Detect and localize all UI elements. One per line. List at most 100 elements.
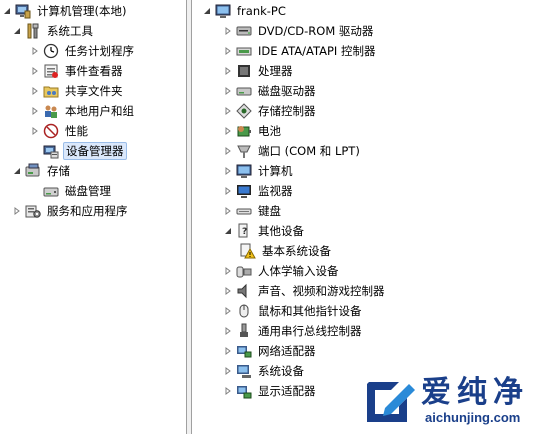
- port-icon: [236, 143, 252, 159]
- expand-arrow-icon[interactable]: [30, 66, 40, 76]
- tree-item-storage[interactable]: 存储: [12, 161, 72, 181]
- tree-item-label: 处理器: [258, 64, 293, 78]
- tree-item-label: 服务和应用程序: [47, 204, 128, 218]
- tree-item-label: 计算机: [258, 164, 293, 178]
- device-category-network-adapter[interactable]: 网络适配器: [223, 341, 318, 361]
- monitor-icon: [236, 183, 252, 199]
- device-manager-icon: [43, 143, 59, 159]
- tree-item-label: 事件查看器: [65, 64, 123, 78]
- expand-arrow-icon[interactable]: [30, 86, 40, 96]
- expand-arrow-icon[interactable]: [223, 146, 233, 156]
- console-tree-pane: 计算机管理(本地) 系统工具 任务计划程序 事件查看器 共享文件夹 本地用户和组…: [0, 0, 186, 434]
- device-category-dvd-drive[interactable]: DVD/CD-ROM 驱动器: [223, 21, 375, 41]
- tree-item-disk-management[interactable]: 磁盘管理: [43, 181, 113, 201]
- device-tree-pane: frank-PC DVD/CD-ROM 驱动器 IDE ATA/ATAPI 控制器…: [192, 0, 557, 434]
- device-category-processor[interactable]: 处理器: [223, 61, 295, 81]
- device-category-computer[interactable]: 计算机: [223, 161, 295, 181]
- tree-item-label: 存储: [47, 164, 70, 178]
- tree-item-computer-root[interactable]: frank-PC: [202, 1, 288, 21]
- device-category-display-adapter[interactable]: 显示适配器: [223, 381, 318, 401]
- tree-item-label: 其他设备: [258, 224, 304, 238]
- tree-item-shared-folders[interactable]: 共享文件夹: [30, 81, 125, 101]
- tree-item-task-scheduler[interactable]: 任务计划程序: [30, 41, 136, 61]
- expand-arrow-icon[interactable]: [223, 186, 233, 196]
- other-devices-icon: ?: [236, 223, 252, 239]
- tree-item-label: 计算机管理(本地): [37, 4, 127, 18]
- expand-arrow-icon[interactable]: [223, 386, 233, 396]
- tree-item-label: 端口 (COM 和 LPT): [258, 144, 360, 158]
- expand-arrow-icon[interactable]: [223, 106, 233, 116]
- users-icon: [43, 103, 59, 119]
- collapse-arrow-icon[interactable]: [12, 26, 22, 36]
- device-category-other-devices[interactable]: ? 其他设备: [223, 221, 306, 241]
- tree-item-label: frank-PC: [237, 4, 286, 18]
- sound-icon: [236, 283, 252, 299]
- keyboard-icon: [236, 203, 252, 219]
- tree-item-label: 磁盘管理: [65, 184, 111, 198]
- tree-item-label: 监视器: [258, 184, 293, 198]
- tree-item-performance[interactable]: 性能: [30, 121, 90, 141]
- tree-item-label: 电池: [258, 124, 281, 138]
- display-adapter-icon: [236, 383, 252, 399]
- device-category-battery[interactable]: 电池: [223, 121, 283, 141]
- expand-arrow-icon[interactable]: [223, 306, 233, 316]
- device-category-port[interactable]: 端口 (COM 和 LPT): [223, 141, 362, 161]
- warning-device-icon: [240, 243, 256, 259]
- system-device-icon: [236, 363, 252, 379]
- tree-item-label: 设备管理器: [63, 142, 127, 160]
- expand-arrow-icon[interactable]: [223, 286, 233, 296]
- tree-item-local-users-groups[interactable]: 本地用户和组: [30, 101, 136, 121]
- tree-item-label: 鼠标和其他指针设备: [258, 304, 362, 318]
- tree-item-label: 共享文件夹: [65, 84, 123, 98]
- watermark-url: aichunjing.com: [425, 410, 521, 425]
- expand-arrow-icon[interactable]: [30, 126, 40, 136]
- device-category-system-device[interactable]: 系统设备: [223, 361, 306, 381]
- collapse-arrow-icon[interactable]: [223, 226, 233, 236]
- tree-item-services-apps[interactable]: 服务和应用程序: [12, 201, 130, 221]
- tree-item-label: 显示适配器: [258, 384, 316, 398]
- event-viewer-icon: [43, 63, 59, 79]
- expand-arrow-icon[interactable]: [223, 46, 233, 56]
- device-category-ide-controller[interactable]: IDE ATA/ATAPI 控制器: [223, 41, 377, 61]
- tree-item-label: 通用串行总线控制器: [258, 324, 362, 338]
- tree-item-label: 基本系统设备: [262, 244, 331, 258]
- device-category-disk-drive[interactable]: 磁盘驱动器: [223, 81, 318, 101]
- device-category-storage-controller[interactable]: 存储控制器: [223, 101, 318, 121]
- device-category-mouse[interactable]: 鼠标和其他指针设备: [223, 301, 364, 321]
- device-category-hid[interactable]: 人体学输入设备: [223, 261, 341, 281]
- expand-arrow-icon[interactable]: [30, 46, 40, 56]
- device-category-sound[interactable]: 声音、视频和游戏控制器: [223, 281, 387, 301]
- collapse-arrow-icon[interactable]: [12, 166, 22, 176]
- expand-arrow-icon[interactable]: [223, 86, 233, 96]
- tree-item-computer-management[interactable]: 计算机管理(本地): [2, 1, 128, 21]
- device-category-monitor[interactable]: 监视器: [223, 181, 295, 201]
- expand-arrow-icon[interactable]: [223, 26, 233, 36]
- tree-item-label: 磁盘驱动器: [258, 84, 316, 98]
- expand-arrow-icon[interactable]: [223, 206, 233, 216]
- expand-arrow-icon[interactable]: [223, 326, 233, 336]
- expand-arrow-icon[interactable]: [223, 366, 233, 376]
- expand-arrow-icon[interactable]: [30, 106, 40, 116]
- device-category-keyboard[interactable]: 键盘: [223, 201, 283, 221]
- collapse-arrow-icon[interactable]: [2, 6, 12, 16]
- tree-item-label: DVD/CD-ROM 驱动器: [258, 24, 374, 38]
- expand-arrow-icon[interactable]: [12, 206, 22, 216]
- hid-icon: [236, 263, 252, 279]
- device-category-usb[interactable]: 通用串行总线控制器: [223, 321, 364, 341]
- tree-item-label: 人体学输入设备: [258, 264, 339, 278]
- disk-drive-icon: [236, 83, 252, 99]
- collapse-arrow-icon[interactable]: [202, 6, 212, 16]
- expand-arrow-icon[interactable]: [223, 346, 233, 356]
- device-category-warning-device[interactable]: 基本系统设备: [240, 241, 333, 261]
- tree-item-device-manager[interactable]: 设备管理器: [43, 141, 127, 161]
- expand-arrow-icon[interactable]: [223, 126, 233, 136]
- expand-arrow-icon[interactable]: [223, 66, 233, 76]
- processor-icon: [236, 63, 252, 79]
- expand-arrow-icon[interactable]: [223, 166, 233, 176]
- storage-icon: [25, 163, 41, 179]
- tree-item-event-viewer[interactable]: 事件查看器: [30, 61, 125, 81]
- expand-arrow-icon[interactable]: [223, 266, 233, 276]
- computer-icon: [236, 163, 252, 179]
- tree-item-label: 性能: [65, 124, 88, 138]
- tree-item-system-tools[interactable]: 系统工具: [12, 21, 95, 41]
